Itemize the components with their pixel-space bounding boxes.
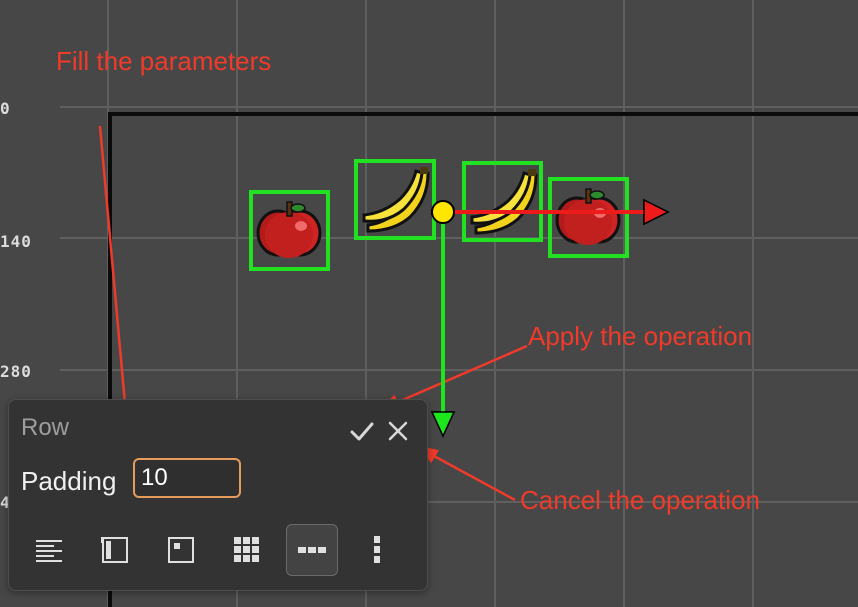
annotation-cancel-operation: Cancel the operation [520, 485, 760, 515]
annotation-apply-operation: Apply the operation [528, 321, 753, 351]
column-icon [374, 536, 380, 563]
ruler-label-280: 280 [0, 362, 32, 381]
banana-icon [362, 167, 430, 233]
grid-icon [234, 537, 259, 562]
ruler-label-0: 0 [0, 99, 11, 118]
align-left-icon [36, 540, 62, 562]
tool-edge-left[interactable] [89, 524, 141, 576]
tool-align-left[interactable] [23, 524, 75, 576]
padding-input[interactable] [133, 458, 241, 498]
padding-label: Padding [21, 466, 117, 496]
anchor-icon [168, 537, 194, 563]
tool-grid[interactable] [221, 524, 273, 576]
edge-left-icon [101, 537, 128, 563]
panel-title: Row [21, 414, 70, 441]
sprite-apple-2[interactable] [548, 177, 629, 258]
row-operation-panel: Row Padding [8, 399, 428, 591]
cancel-button[interactable] [385, 418, 411, 444]
apply-button[interactable] [349, 418, 375, 444]
check-icon [350, 422, 374, 441]
banana-icon [470, 169, 538, 235]
apple-icon [555, 188, 621, 245]
tool-row[interactable] [286, 524, 338, 576]
close-icon [388, 421, 408, 441]
apple-icon [256, 201, 322, 258]
ruler-label-140: 140 [0, 232, 32, 251]
sprite-banana-2[interactable] [462, 161, 543, 242]
row-icon [298, 547, 326, 553]
tool-anchor[interactable] [155, 524, 207, 576]
sprite-banana-1[interactable] [354, 159, 436, 240]
sprite-apple-1[interactable] [249, 190, 330, 271]
tool-column[interactable] [351, 524, 403, 576]
y-axis-arrow[interactable] [430, 213, 456, 438]
annotation-fill-parameters: Fill the parameters [56, 46, 272, 76]
